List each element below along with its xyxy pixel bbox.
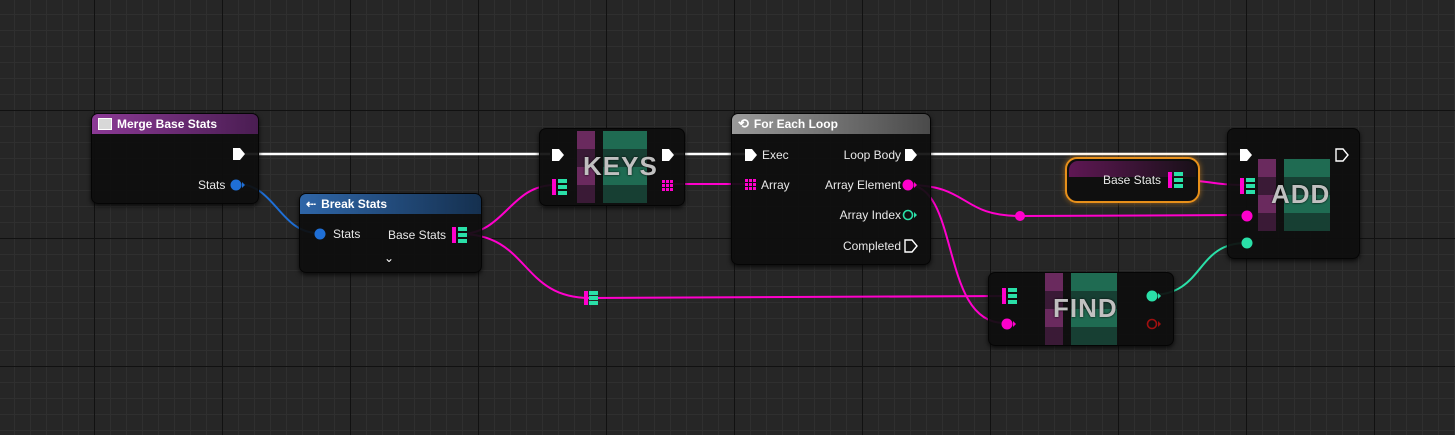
reroute-knot[interactable] bbox=[1015, 211, 1025, 221]
node-header: ⇠ Break Stats bbox=[300, 194, 481, 214]
find-node[interactable]: FIND bbox=[988, 272, 1174, 346]
exec-out-pin[interactable] bbox=[1335, 148, 1349, 162]
exec-pin-label: Exec bbox=[762, 148, 789, 162]
loop-body-out-pin[interactable] bbox=[904, 148, 918, 162]
value-in-pin[interactable] bbox=[1240, 236, 1256, 250]
completed-out-pin[interactable] bbox=[904, 239, 918, 253]
base-stats-pin-label: Base Stats bbox=[388, 228, 447, 242]
break-struct-icon: ⇠ bbox=[306, 197, 317, 211]
node-title: FIND bbox=[1053, 293, 1118, 323]
array-element-pin-label: Array Element bbox=[824, 178, 901, 192]
map-in-pin[interactable] bbox=[1240, 177, 1256, 195]
function-icon bbox=[98, 118, 112, 130]
array-pin-label: Array bbox=[761, 178, 790, 192]
map-in-pin[interactable] bbox=[1002, 287, 1018, 305]
node-title: KEYS bbox=[583, 151, 658, 181]
found-bool-out-pin[interactable] bbox=[1146, 317, 1162, 331]
completed-pin-label: Completed bbox=[842, 239, 901, 253]
base-stats-var-out-pin[interactable] bbox=[1168, 171, 1184, 189]
add-node[interactable]: ADD bbox=[1227, 128, 1360, 259]
node-header: ⟲ For Each Loop bbox=[732, 114, 930, 134]
key-in-pin[interactable] bbox=[1001, 317, 1017, 331]
exec-out-pin[interactable] bbox=[232, 147, 246, 161]
expand-chevron-icon[interactable]: ⌄ bbox=[384, 251, 394, 265]
array-out-pin[interactable] bbox=[661, 179, 675, 193]
exec-in-pin[interactable] bbox=[551, 148, 565, 162]
map-in-pin[interactable] bbox=[552, 178, 568, 196]
key-in-pin[interactable] bbox=[1240, 209, 1256, 223]
array-element-out-pin[interactable] bbox=[902, 178, 918, 192]
base-stats-var-label: Base Stats bbox=[1103, 173, 1162, 187]
node-header: Merge Base Stats bbox=[92, 114, 258, 134]
array-index-out-pin[interactable] bbox=[902, 208, 918, 222]
base-stats-out-pin[interactable] bbox=[452, 226, 468, 244]
break-stats-node[interactable]: ⇠ Break Stats Stats Base Stats ⌄ bbox=[299, 193, 482, 273]
reroute-map-knot[interactable] bbox=[584, 291, 598, 305]
stats-in-pin[interactable] bbox=[312, 227, 328, 241]
stats-pin-label: Stats bbox=[198, 178, 226, 192]
node-title: For Each Loop bbox=[753, 117, 838, 131]
stats-pin-label: Stats bbox=[333, 227, 361, 241]
node-title: ADD bbox=[1271, 179, 1331, 209]
loop-body-pin-label: Loop Body bbox=[843, 148, 901, 162]
node-title: Break Stats bbox=[321, 197, 388, 211]
exec-in-pin[interactable] bbox=[744, 148, 758, 162]
for-each-loop-node[interactable]: ⟲ For Each Loop Exec Array Loop Body Arr… bbox=[731, 113, 931, 265]
loop-macro-icon: ⟲ bbox=[738, 116, 749, 131]
keys-node[interactable]: KEYS bbox=[539, 128, 685, 206]
node-title: Merge Base Stats bbox=[117, 117, 218, 131]
exec-in-pin[interactable] bbox=[1239, 148, 1253, 162]
stats-out-pin[interactable] bbox=[230, 178, 246, 192]
exec-out-pin[interactable] bbox=[661, 148, 675, 162]
value-out-pin[interactable] bbox=[1146, 289, 1162, 303]
base-stats-variable-node[interactable]: Base Stats bbox=[1065, 157, 1200, 203]
array-in-pin[interactable] bbox=[744, 178, 758, 192]
array-index-pin-label: Array Index bbox=[839, 208, 901, 222]
merge-base-stats-node[interactable]: Merge Base Stats Stats bbox=[91, 113, 259, 204]
